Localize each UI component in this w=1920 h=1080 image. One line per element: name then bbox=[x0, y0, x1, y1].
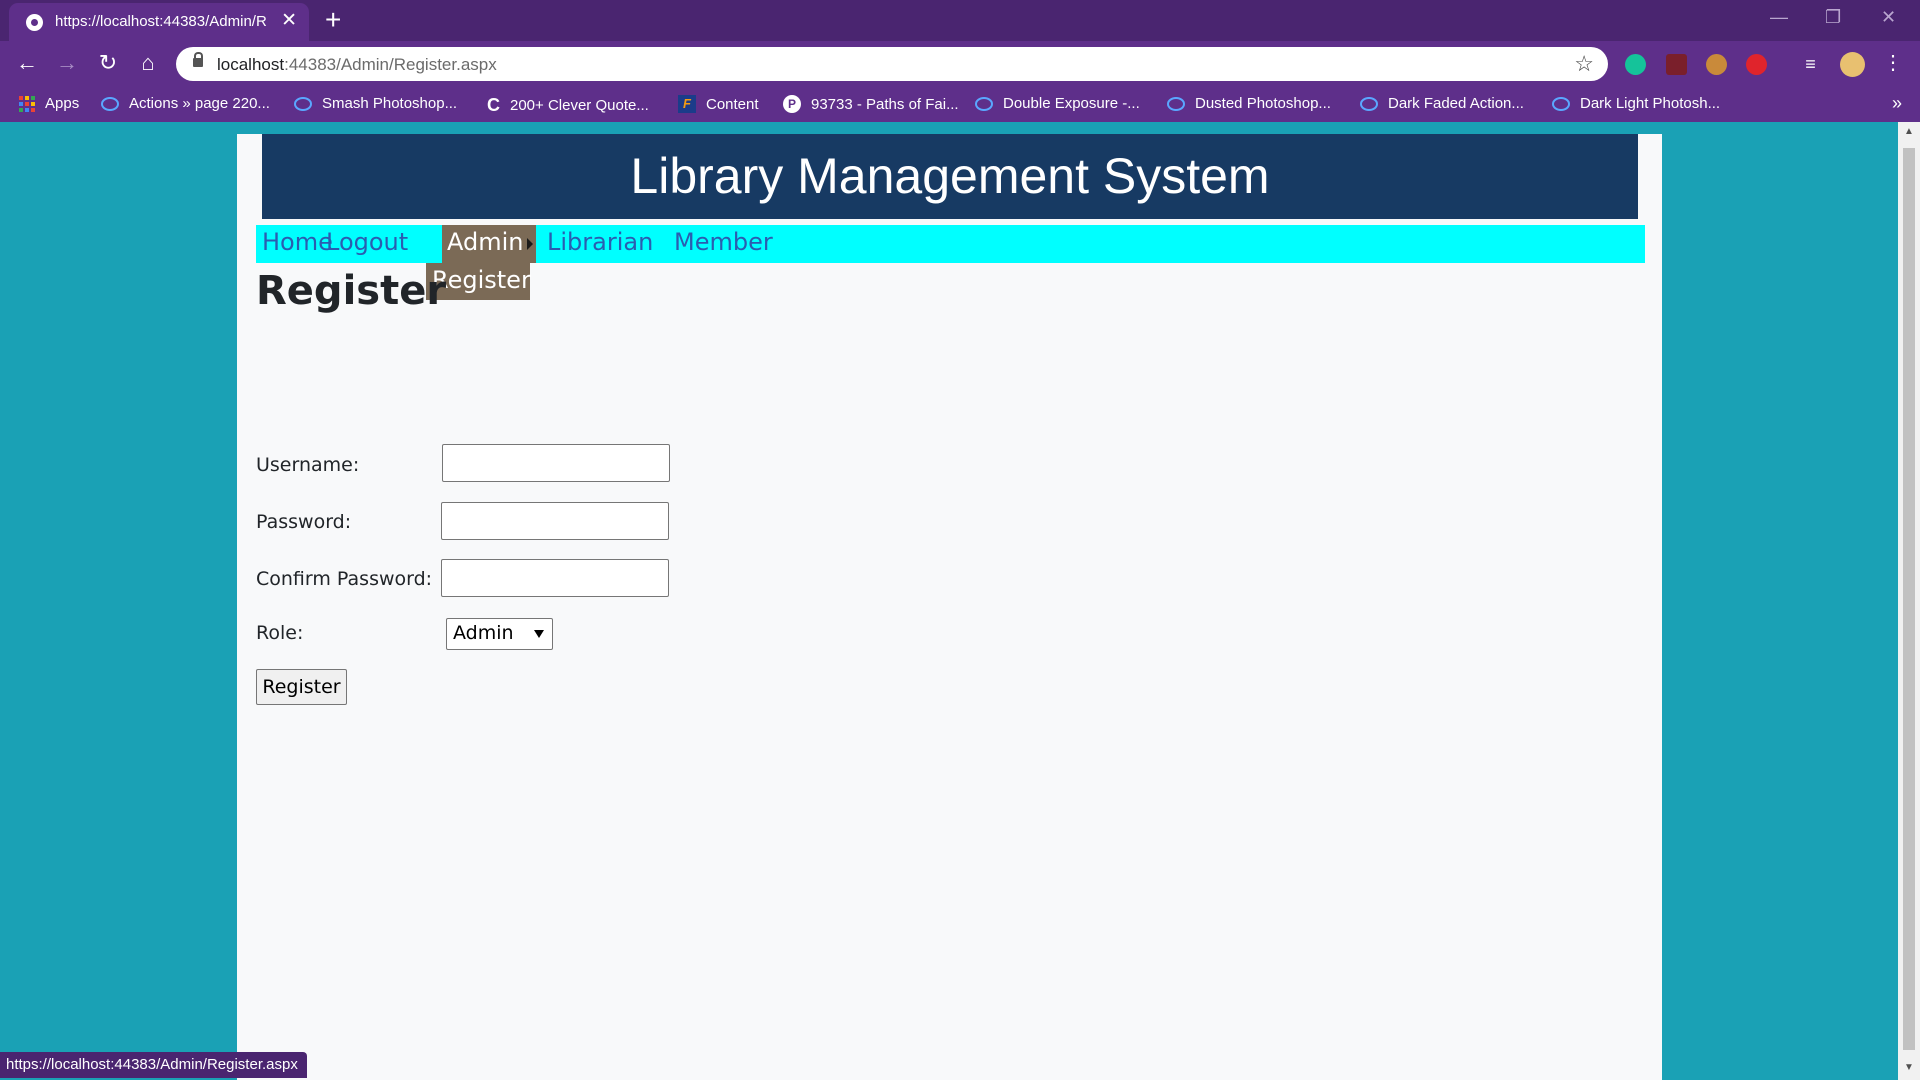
lock-icon bbox=[193, 52, 203, 67]
password-field[interactable] bbox=[441, 502, 669, 540]
menu-item-home[interactable]: Home bbox=[262, 228, 333, 256]
address-bar[interactable]: localhost:44383/Admin/Register.aspx ☆ bbox=[176, 47, 1608, 81]
bookmark-item[interactable]: Dark Light Photosh... bbox=[1552, 95, 1720, 112]
globe-icon bbox=[26, 14, 43, 31]
browser-toolbar: ← → ↻ ⌂ localhost:44383/Admin/Register.a… bbox=[0, 41, 1920, 87]
reload-icon[interactable]: ↻ bbox=[95, 51, 121, 75]
bookmark-icon bbox=[975, 96, 993, 111]
bookmark-icon bbox=[1552, 96, 1570, 111]
tab-title: https://localhost:44383/Admin/R bbox=[55, 13, 267, 30]
menu-item-admin[interactable]: Admin bbox=[442, 225, 536, 263]
grammarly-extension-icon[interactable] bbox=[1625, 54, 1646, 75]
forward-arrow-icon[interactable]: → bbox=[54, 51, 80, 75]
media-control-icon[interactable]: ≡ bbox=[1800, 54, 1821, 75]
home-icon[interactable]: ⌂ bbox=[135, 51, 161, 75]
bookmark-item[interactable]: Smash Photoshop... bbox=[294, 95, 457, 112]
bookmark-star-icon[interactable]: ☆ bbox=[1574, 51, 1594, 77]
username-field[interactable] bbox=[442, 444, 670, 482]
scroll-down-icon[interactable]: ▼ bbox=[1904, 1062, 1914, 1073]
browser-menu-icon[interactable]: ⋮ bbox=[1880, 51, 1906, 75]
main-menu: Home Logout Admin Librarian Member bbox=[256, 225, 1645, 263]
scrollbar-thumb[interactable] bbox=[1903, 148, 1915, 1050]
close-window-icon[interactable]: ✕ bbox=[1881, 7, 1896, 28]
menu-item-member[interactable]: Member bbox=[674, 228, 773, 256]
browser-tabstrip: https://localhost:44383/Admin/R ✕ + — ❐ … bbox=[0, 0, 1920, 41]
bookmarks-bar: Apps Actions » page 220... Smash Photosh… bbox=[0, 87, 1920, 122]
bookmark-item[interactable]: Actions » page 220... bbox=[101, 95, 270, 112]
confirm-password-field[interactable] bbox=[441, 559, 669, 597]
pdf-extension-icon[interactable] bbox=[1666, 54, 1687, 75]
confirm-password-label: Confirm Password: bbox=[256, 568, 433, 590]
bookmarks-overflow-icon[interactable]: » bbox=[1892, 93, 1902, 114]
p-logo-icon: P bbox=[783, 95, 801, 113]
bookmark-apps[interactable]: Apps bbox=[19, 95, 79, 112]
page-viewport: Library Management System Home Logout Ad… bbox=[0, 122, 1898, 1080]
adblock-extension-icon[interactable] bbox=[1746, 54, 1767, 75]
menu-item-librarian[interactable]: Librarian bbox=[547, 228, 653, 256]
role-select-value: Admin bbox=[453, 622, 514, 644]
submenu-arrow-icon bbox=[527, 238, 533, 250]
bookmark-item[interactable]: Double Exposure -... bbox=[975, 95, 1140, 112]
site-banner: Library Management System bbox=[262, 134, 1638, 219]
apps-grid-icon bbox=[19, 95, 35, 112]
menu-item-admin-label: Admin bbox=[447, 228, 524, 256]
profile-avatar[interactable] bbox=[1840, 52, 1865, 77]
new-tab-button[interactable]: + bbox=[325, 6, 341, 34]
browser-tab-active[interactable]: https://localhost:44383/Admin/R ✕ bbox=[9, 3, 309, 41]
bookmark-icon bbox=[294, 96, 312, 111]
minimize-window-icon[interactable]: — bbox=[1770, 7, 1788, 28]
page-scrollbar[interactable]: ▲ ▼ bbox=[1898, 122, 1920, 1080]
username-label: Username: bbox=[256, 454, 360, 476]
close-tab-icon[interactable]: ✕ bbox=[281, 11, 297, 30]
dropdown-caret-icon bbox=[534, 630, 544, 638]
scroll-up-icon[interactable]: ▲ bbox=[1904, 126, 1914, 137]
bookmark-icon bbox=[1167, 96, 1185, 111]
bookmark-item[interactable]: P 93733 - Paths of Fai... bbox=[783, 95, 959, 113]
role-select[interactable]: Admin bbox=[446, 618, 553, 650]
page-title: Register bbox=[256, 268, 447, 314]
menu-item-logout[interactable]: Logout bbox=[326, 228, 408, 256]
role-label: Role: bbox=[256, 622, 304, 644]
cookie-extension-icon[interactable] bbox=[1706, 54, 1727, 75]
bookmark-icon bbox=[1360, 96, 1378, 111]
bookmark-item[interactable]: C 200+ Clever Quote... bbox=[487, 95, 649, 116]
f-logo-icon: F bbox=[678, 95, 696, 113]
bookmark-item[interactable]: F Content bbox=[678, 95, 759, 113]
address-url[interactable]: localhost:44383/Admin/Register.aspx bbox=[217, 55, 497, 75]
page-container: Library Management System Home Logout Ad… bbox=[237, 134, 1662, 1080]
back-arrow-icon[interactable]: ← bbox=[14, 51, 40, 75]
bookmark-icon bbox=[101, 96, 119, 111]
password-label: Password: bbox=[256, 511, 352, 533]
register-button[interactable]: Register bbox=[256, 669, 347, 705]
bookmark-item[interactable]: Dark Faded Action... bbox=[1360, 95, 1524, 112]
restore-window-icon[interactable]: ❐ bbox=[1825, 7, 1841, 28]
c-logo-icon: C bbox=[487, 95, 500, 115]
link-status-bubble: https://localhost:44383/Admin/Register.a… bbox=[0, 1052, 307, 1078]
bookmark-item[interactable]: Dusted Photoshop... bbox=[1167, 95, 1331, 112]
